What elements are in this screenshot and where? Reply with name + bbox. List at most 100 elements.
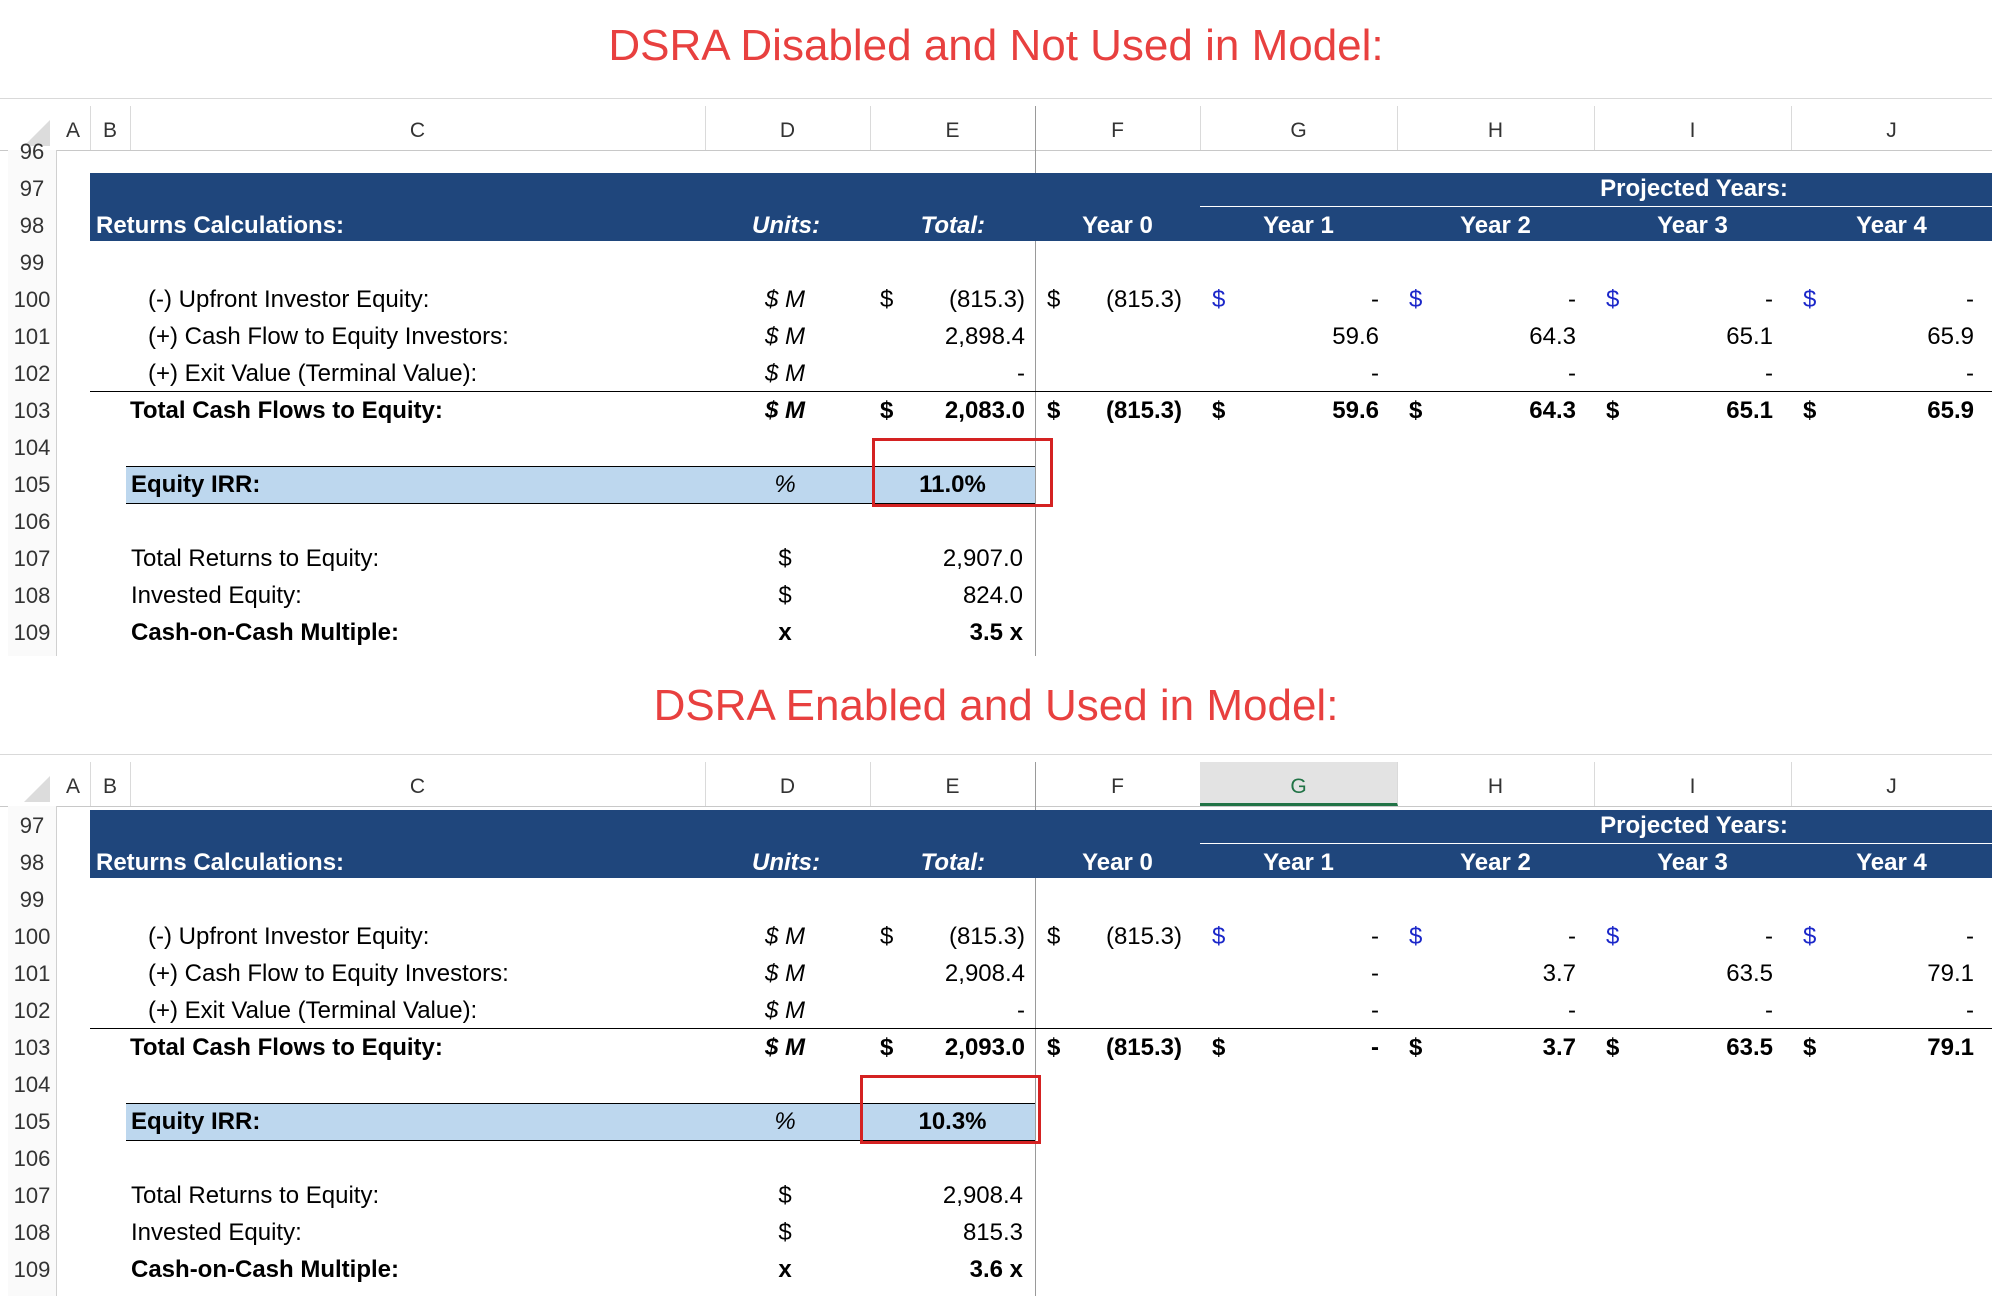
column-header-d[interactable]: D <box>705 106 871 150</box>
cashflow-total: 2,898.4 <box>944 323 1025 350</box>
totalcf-y3: 65.1 <box>1726 397 1773 424</box>
row-number[interactable]: 109 <box>8 614 56 651</box>
row-number[interactable]: 108 <box>8 577 56 614</box>
column-header-c[interactable]: C <box>130 106 706 150</box>
totalcf-units: $ M <box>764 397 805 424</box>
cashflow-label: (+) Cash Flow to Equity Investors: <box>148 323 509 350</box>
row-number[interactable]: 96 <box>8 133 56 170</box>
irr-highlight-box <box>860 1075 1041 1144</box>
row-number[interactable]: 98 <box>8 207 56 244</box>
row-number[interactable]: 103 <box>8 1029 56 1066</box>
irr-label: Equity IRR: <box>131 1108 261 1135</box>
row-number[interactable]: 100 <box>8 918 56 955</box>
totalcf-y2-symbol: $ <box>1409 1034 1423 1061</box>
row-number[interactable]: 103 <box>8 392 56 429</box>
row-number[interactable]: 106 <box>8 503 56 540</box>
header-section-label: Returns Calculations: <box>96 212 345 239</box>
row-number[interactable]: 107 <box>8 1177 56 1214</box>
totalcf-y4: 79.1 <box>1927 1034 1974 1061</box>
row-number[interactable]: 99 <box>8 881 56 918</box>
totalcf-units: $ M <box>764 1034 805 1061</box>
header-year-3: Year 3 <box>1657 849 1728 876</box>
totalcf-y2: 64.3 <box>1529 397 1576 424</box>
column-header-c[interactable]: C <box>130 762 706 806</box>
row-number[interactable]: 106 <box>8 1140 56 1177</box>
totalcf-y0: (815.3) <box>1105 1034 1182 1061</box>
header-year-4: Year 4 <box>1856 849 1927 876</box>
exit-y2: - <box>1568 997 1576 1024</box>
upfront-label: (-) Upfront Investor Equity: <box>148 286 430 313</box>
totalcf-label: Total Cash Flows to Equity: <box>130 1034 443 1061</box>
column-header-e[interactable]: E <box>870 762 1036 806</box>
totalcf-label: Total Cash Flows to Equity: <box>130 397 443 424</box>
cashflow-label: (+) Cash Flow to Equity Investors: <box>148 960 509 987</box>
row-number[interactable]: 97 <box>8 170 56 207</box>
multiple-units: x <box>778 619 792 646</box>
sheet-top-border <box>0 98 1992 99</box>
column-header-b[interactable]: B <box>90 762 131 806</box>
column-header-bar: ABCDEFGHIJ <box>0 762 1992 807</box>
multiple-value: 3.5 x <box>969 619 1023 646</box>
column-header-j[interactable]: J <box>1791 106 1992 150</box>
row-number[interactable]: 104 <box>8 1066 56 1103</box>
totalcf-total-symbol: $ <box>880 397 894 424</box>
upfront-total: (815.3) <box>948 923 1025 950</box>
column-header-i[interactable]: I <box>1594 762 1792 806</box>
column-header-j[interactable]: J <box>1791 762 1992 806</box>
totalcf-y4-symbol: $ <box>1803 1034 1817 1061</box>
row-number[interactable]: 101 <box>8 318 56 355</box>
column-header-h[interactable]: H <box>1397 762 1595 806</box>
row-number[interactable]: 98 <box>8 844 56 881</box>
row-number[interactable]: 102 <box>8 355 56 392</box>
upfront-y0: (815.3) <box>1105 286 1182 313</box>
totalcf-total: 2,093.0 <box>944 1034 1025 1061</box>
invested-label: Invested Equity: <box>131 1219 302 1246</box>
row-number[interactable]: 108 <box>8 1214 56 1251</box>
column-header-g[interactable]: G <box>1200 762 1398 806</box>
column-header-a[interactable]: A <box>56 106 91 150</box>
cashflow-units: $ M <box>764 960 805 987</box>
row-number[interactable]: 101 <box>8 955 56 992</box>
upfront-y4-symbol: $ <box>1803 923 1817 950</box>
returns-units: $ <box>778 545 792 572</box>
panel-title: DSRA Enabled and Used in Model: <box>653 681 1339 730</box>
multiple-value: 3.6 x <box>969 1256 1023 1283</box>
row-number[interactable]: 107 <box>8 540 56 577</box>
column-header-h[interactable]: H <box>1397 106 1595 150</box>
totalcf-total: 2,083.0 <box>944 397 1025 424</box>
row-number[interactable]: 97 <box>8 807 56 844</box>
header-total: Total: <box>920 849 985 876</box>
row-number[interactable]: 105 <box>8 1103 56 1140</box>
column-header-d[interactable]: D <box>705 762 871 806</box>
exit-total: - <box>1017 360 1025 387</box>
column-header-f[interactable]: F <box>1035 762 1201 806</box>
select-all-corner[interactable] <box>8 768 52 804</box>
column-header-i[interactable]: I <box>1594 106 1792 150</box>
totalcf-y1: 59.6 <box>1332 397 1379 424</box>
header-year-1: Year 1 <box>1263 212 1334 239</box>
totalcf-y3-symbol: $ <box>1606 397 1620 424</box>
header-section-label: Returns Calculations: <box>96 849 345 876</box>
row-number[interactable]: 105 <box>8 466 56 503</box>
upfront-total-symbol: $ <box>880 286 894 313</box>
returns-label: Total Returns to Equity: <box>131 545 380 572</box>
totalcf-y3-symbol: $ <box>1606 1034 1620 1061</box>
invested-value: 815.3 <box>962 1219 1023 1246</box>
column-header-b[interactable]: B <box>90 106 131 150</box>
header-year-3: Year 3 <box>1657 212 1728 239</box>
cashflow-y2: 64.3 <box>1529 323 1576 350</box>
column-header-a[interactable]: A <box>56 762 91 806</box>
row-number[interactable]: 99 <box>8 244 56 281</box>
exit-units: $ M <box>764 997 805 1024</box>
column-header-e[interactable]: E <box>870 106 1036 150</box>
column-header-f[interactable]: F <box>1035 106 1201 150</box>
row-number[interactable]: 100 <box>8 281 56 318</box>
totalcf-y4-symbol: $ <box>1803 397 1817 424</box>
row-number[interactable]: 102 <box>8 992 56 1029</box>
row-number[interactable]: 109 <box>8 1251 56 1288</box>
invested-units: $ <box>778 1219 792 1246</box>
exit-y1: - <box>1371 997 1379 1024</box>
totalcf-y4: 65.9 <box>1927 397 1974 424</box>
column-header-g[interactable]: G <box>1200 106 1398 150</box>
row-number[interactable]: 104 <box>8 429 56 466</box>
